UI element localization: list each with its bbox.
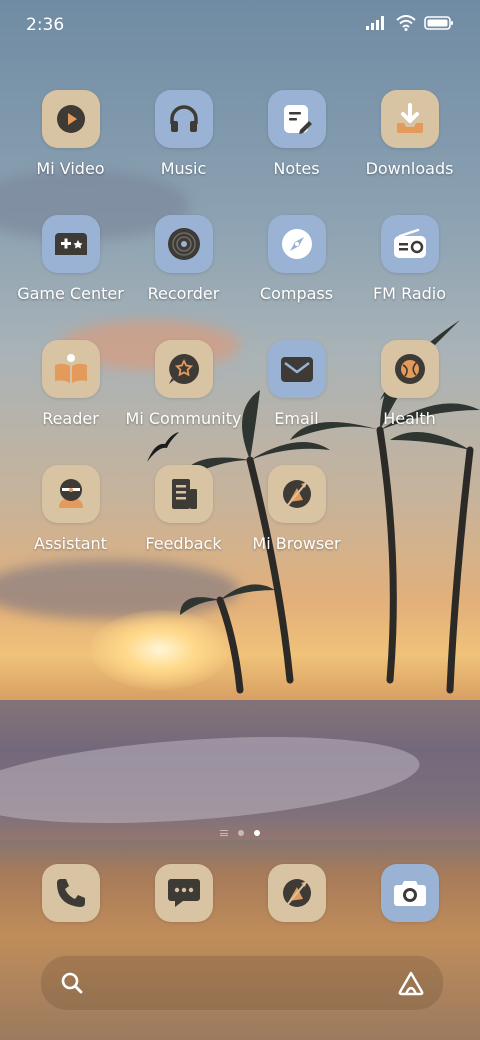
app-label: Music (160, 159, 207, 178)
fm-radio-tile[interactable] (380, 215, 439, 273)
envelope-icon (280, 357, 313, 382)
page-dot (238, 830, 244, 836)
downloads-tile[interactable] (380, 90, 439, 148)
app-health[interactable]: Health (353, 340, 466, 428)
status-bar: 2:36 (0, 0, 480, 50)
dock-phone[interactable] (14, 864, 127, 922)
reader-tile[interactable] (41, 340, 100, 398)
app-label: Downloads (365, 159, 454, 178)
app-label: Mi Video (36, 159, 105, 178)
record-disc-icon (167, 228, 200, 260)
health-tile[interactable] (380, 340, 439, 398)
app-reader[interactable]: Reader (14, 340, 127, 428)
dock-camera[interactable] (353, 864, 466, 922)
app-label: Assistant (34, 534, 107, 553)
wifi-icon (396, 15, 416, 31)
app-email[interactable]: Email (240, 340, 353, 428)
gamepad-icon (54, 233, 87, 255)
mi-community-tile[interactable] (154, 340, 213, 398)
download-icon (396, 103, 423, 133)
camera-icon (393, 881, 426, 906)
status-icons (366, 15, 454, 31)
recorder-tile[interactable] (154, 215, 213, 273)
health-ball-icon (394, 354, 425, 384)
app-label: Mi Browser (252, 534, 341, 553)
app-label: Game Center (17, 284, 124, 303)
page-dot-active (254, 830, 260, 836)
camera-tile[interactable] (380, 864, 439, 922)
app-mi-browser[interactable]: Mi Browser (240, 465, 353, 553)
app-mi-video[interactable]: Mi Video (14, 90, 127, 178)
search-icon[interactable] (61, 972, 83, 994)
feedback-tile[interactable] (154, 465, 213, 523)
messages-icon (167, 879, 200, 907)
email-tile[interactable] (267, 340, 326, 398)
app-mi-community[interactable]: Mi Community (125, 340, 242, 428)
phone-icon (56, 879, 85, 907)
notes-tile[interactable] (267, 90, 326, 148)
mi-video-tile[interactable] (41, 90, 100, 148)
app-label: Email (274, 409, 319, 428)
app-label: Reader (42, 409, 99, 428)
radio-icon (393, 228, 426, 258)
app-recorder[interactable]: Recorder (127, 215, 240, 303)
video-play-icon (56, 105, 85, 133)
bird-silhouette (147, 432, 179, 462)
app-music[interactable]: Music (127, 90, 240, 178)
assistant-logo-icon[interactable] (397, 970, 425, 996)
app-feedback[interactable]: Feedback (127, 465, 240, 553)
app-label: Mi Community (125, 409, 242, 428)
browser-compass-icon (282, 480, 311, 508)
page-indicator-lines-icon (220, 830, 228, 836)
app-compass[interactable]: Compass (240, 215, 353, 303)
dock-messages[interactable] (127, 864, 240, 922)
music-tile[interactable] (154, 90, 213, 148)
mi-browser-tile[interactable] (267, 465, 326, 523)
app-label: Compass (259, 284, 334, 303)
book-icon (54, 354, 87, 383)
search-bar[interactable] (40, 955, 444, 1011)
battery-icon (424, 16, 453, 30)
assistant-tile[interactable] (41, 465, 100, 523)
app-label: Health (383, 409, 436, 428)
assistant-face-icon (58, 479, 83, 508)
headphones-icon (169, 105, 198, 132)
app-label: Recorder (147, 284, 220, 303)
browser-compass-icon (282, 879, 311, 907)
app-fm-radio[interactable]: FM Radio (353, 215, 466, 303)
app-label: FM Radio (372, 284, 447, 303)
app-downloads[interactable]: Downloads (353, 90, 466, 178)
app-game-center[interactable]: Game Center (14, 215, 127, 303)
app-label: Notes (273, 159, 320, 178)
app-notes[interactable]: Notes (240, 90, 353, 178)
chat-star-icon (168, 354, 199, 384)
browser-tile[interactable] (267, 864, 326, 922)
app-label: Feedback (145, 534, 222, 553)
dock-browser[interactable] (240, 864, 353, 922)
compass-icon (281, 229, 312, 259)
signal-icon (366, 16, 384, 30)
phone-tile[interactable] (41, 864, 100, 922)
messages-tile[interactable] (154, 864, 213, 922)
compass-tile[interactable] (267, 215, 326, 273)
document-feedback-icon (171, 479, 197, 509)
status-time: 2:36 (26, 15, 65, 35)
game-center-tile[interactable] (41, 215, 100, 273)
app-assistant[interactable]: Assistant (14, 465, 127, 553)
notes-pencil-icon (283, 105, 312, 134)
page-indicator[interactable] (0, 830, 480, 836)
